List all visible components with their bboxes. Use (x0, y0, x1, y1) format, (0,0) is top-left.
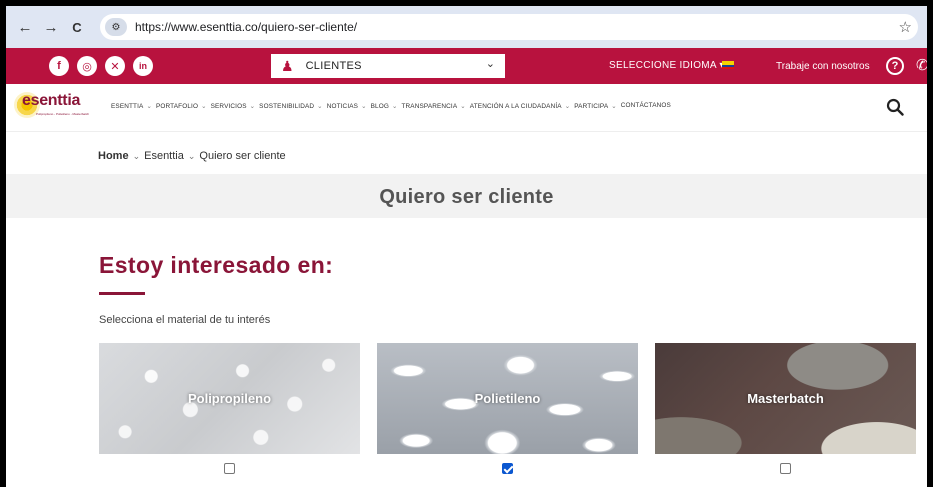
title-band: Quiero ser cliente (6, 174, 927, 218)
masterbatch-checkbox[interactable] (780, 463, 791, 474)
menu-item-atencion-ciudadania[interactable]: ATENCIÓN A LA CIUDADANÍA ⌄ (470, 102, 570, 110)
chevron-down-icon: ⌄ (391, 103, 398, 110)
menu-label: NOTICIAS (326, 103, 359, 110)
breadcrumb-current: Quiero ser cliente (199, 150, 286, 162)
browser-window: ← → C ⚙ https://www.esenttia.co/quiero-s… (6, 6, 927, 487)
address-bar[interactable]: ⚙ https://www.esenttia.co/quiero-ser-cli… (100, 14, 918, 40)
utility-bar: f ◎ ✕ in ♟ CLIENTES ⌄ SELECCIONE IDIOMA … (6, 48, 927, 84)
polipropileno-checkbox[interactable] (224, 463, 235, 474)
language-selector[interactable]: SELECCIONE IDIOMA ▾ (609, 60, 725, 71)
help-icon[interactable]: ? (886, 57, 904, 75)
breadcrumb-home[interactable]: Home (98, 150, 129, 162)
logo-wordmark: esenttia (22, 92, 81, 109)
material-card-polietileno[interactable]: Polietileno (377, 343, 638, 454)
bookmark-star-icon[interactable]: ☆ (899, 18, 912, 36)
url-text: https://www.esenttia.co/quiero-ser-clien… (135, 20, 358, 34)
linkedin-icon[interactable]: in (133, 56, 153, 76)
x-icon[interactable]: ✕ (105, 56, 125, 76)
menu-bar: ESENTTIA ⌄ PORTAFOLIO ⌄ SERVICIOS ⌄ SOSTENI… (111, 102, 675, 110)
material-card-label: Polietileno (474, 391, 541, 406)
menu-item-noticias[interactable]: NOTICIAS ⌄ (327, 102, 367, 110)
menu-item-portafolio[interactable]: PORTAFOLIO ⌄ (156, 102, 207, 110)
facebook-icon[interactable]: f (49, 56, 69, 76)
material-card-polipropileno[interactable]: Polipropileno (99, 343, 360, 454)
menu-item-sostenibilidad[interactable]: SOSTENIBILIDAD ⌄ (259, 102, 323, 110)
chevron-down-icon: ⌄ (201, 103, 207, 110)
esenttia-logo[interactable]: esenttia Polipropileno - Polietileno - M… (14, 88, 94, 124)
material-card-masterbatch[interactable]: Masterbatch (655, 343, 916, 454)
search-icon[interactable] (886, 98, 904, 116)
chevron-down-icon: ⌄ (460, 103, 466, 110)
chevron-down-icon: ⌄ (249, 103, 256, 110)
phone-icon[interactable]: ✆ (916, 56, 927, 74)
site-info-icon[interactable]: ⚙ (105, 18, 127, 36)
menu-label: CONTÁCTANOS (620, 102, 671, 109)
trabaje-con-nosotros-link[interactable]: Trabaje con nosotros (776, 61, 870, 72)
chevron-down-icon: ⌄ (564, 103, 571, 110)
back-icon[interactable]: ← (14, 16, 36, 38)
menu-label: ATENCIÓN A LA CIUDADANÍA (469, 103, 562, 110)
menu-item-transparencia[interactable]: TRANSPARENCIA ⌄ (401, 102, 465, 110)
logo-tagline: Polipropileno - Polietileno - Masterbatc… (36, 112, 90, 116)
menu-label: BLOG (370, 103, 389, 110)
main-navigation: esenttia Polipropileno - Polietileno - M… (6, 84, 927, 132)
person-icon: ♟ (281, 57, 294, 74)
menu-item-servicios[interactable]: SERVICIOS ⌄ (211, 102, 256, 110)
browser-toolbar: ← → C ⚙ https://www.esenttia.co/quiero-s… (6, 6, 927, 48)
clientes-dropdown[interactable]: ♟ CLIENTES ⌄ (271, 54, 505, 78)
breadcrumb-esenttia[interactable]: Esenttia (144, 150, 184, 162)
polietileno-checkbox[interactable] (502, 463, 513, 474)
section-subtext: Selecciona el material de tu interés (99, 314, 271, 326)
chevron-down-icon: ⌄ (611, 103, 617, 110)
material-card-label: Polipropileno (187, 391, 272, 406)
chevron-down-icon: ⌄ (132, 150, 141, 161)
menu-label: ESENTTIA (111, 103, 144, 110)
menu-label: PORTAFOLIO (155, 103, 199, 110)
menu-item-contactanos[interactable]: CONTÁCTANOS (621, 102, 671, 110)
menu-label: PARTICIPA (574, 103, 609, 110)
material-card-label: Masterbatch (747, 391, 824, 406)
heading-underline (99, 292, 145, 295)
menu-item-participa[interactable]: PARTICIPA ⌄ (574, 102, 617, 110)
section-heading: Estoy interesado en: (99, 252, 334, 278)
menu-item-blog[interactable]: BLOG ⌄ (371, 102, 398, 110)
chevron-down-icon: ⌄ (187, 150, 196, 161)
forward-icon[interactable]: → (40, 16, 62, 38)
menu-label: TRANSPARENCIA (401, 103, 458, 110)
instagram-icon[interactable]: ◎ (77, 56, 97, 76)
chevron-down-icon: ⌄ (146, 103, 152, 110)
menu-item-esenttia[interactable]: ESENTTIA ⌄ (111, 102, 152, 110)
chevron-down-icon: ⌄ (485, 58, 495, 70)
reload-icon[interactable]: C (66, 16, 88, 38)
clientes-label: CLIENTES (305, 60, 362, 72)
breadcrumb: Home ⌄ Esenttia ⌄ Quiero ser cliente (98, 150, 286, 162)
chevron-down-icon: ⌄ (361, 103, 367, 110)
colombia-flag-icon (722, 61, 734, 69)
menu-label: SOSTENIBILIDAD (259, 103, 315, 110)
page-title: Quiero ser cliente (379, 186, 554, 208)
chevron-down-icon: ⌄ (317, 103, 323, 110)
menu-label: SERVICIOS (210, 103, 247, 110)
